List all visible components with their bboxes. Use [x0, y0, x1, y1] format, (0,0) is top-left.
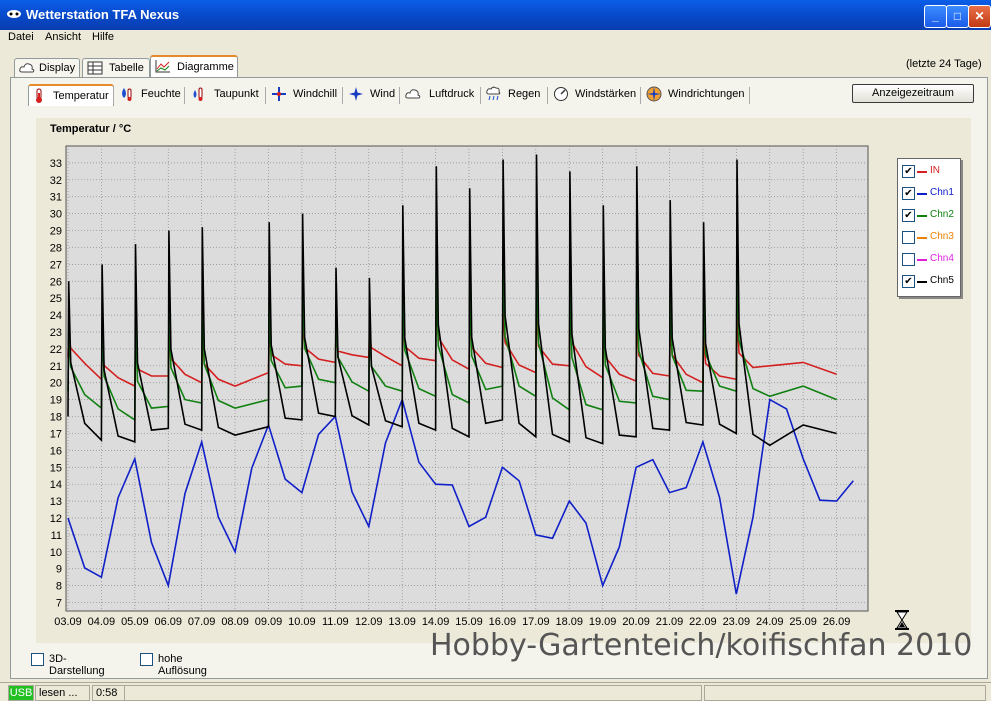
legend-swatch: [917, 215, 927, 217]
y-tick-label: 18: [50, 412, 62, 424]
y-tick-label: 14: [50, 479, 62, 491]
legend-swatch: [917, 259, 927, 261]
temperature-chart: 7 8 9 10 11 12 13 14 15 16 17 18 19 20 21 22 23 24 25 26 27 2…: [50, 145, 869, 628]
legend-swatch: [917, 237, 927, 239]
x-tick-label: 19.09: [589, 616, 617, 628]
x-tick-label: 23.09: [723, 616, 751, 628]
legend-item-chn2[interactable]: ✔ Chn2: [902, 209, 958, 223]
watermark: Hobby-Gartenteich/koifischfan 2010: [430, 628, 973, 663]
x-tick-label: 05.09: [121, 616, 149, 628]
y-tick-label: 28: [50, 242, 62, 254]
hourglass-icon: [895, 610, 909, 630]
legend-item-chn3[interactable]: Chn3: [902, 231, 958, 245]
x-tick-label: 03.09: [54, 616, 82, 628]
y-tick-label: 10: [50, 547, 62, 559]
legend-label: Chn3: [930, 231, 954, 242]
checkbox-3d[interactable]: [31, 653, 44, 666]
checkbox-chn2[interactable]: ✔: [902, 209, 915, 222]
y-tick-label: 9: [56, 564, 62, 576]
y-tick-label: 32: [50, 175, 62, 187]
x-tick-label: 12.09: [355, 616, 383, 628]
y-tick-label: 11: [51, 530, 62, 542]
x-tick-label: 10.09: [288, 616, 316, 628]
legend-label: Chn2: [930, 209, 954, 220]
y-tick-label: 7: [56, 598, 62, 610]
checkbox-chn4[interactable]: [902, 253, 915, 266]
legend-item-chn4[interactable]: Chn4: [902, 253, 958, 267]
y-tick-label: 20: [50, 378, 62, 390]
y-tick-label: 25: [50, 293, 62, 305]
y-tick-label: 12: [50, 513, 62, 525]
x-tick-label: 26.09: [823, 616, 851, 628]
x-tick-label: 17.09: [522, 616, 550, 628]
x-tick-label: 04.09: [88, 616, 116, 628]
option-high-res-label: hohe Auflösung: [158, 653, 207, 677]
x-tick-label: 25.09: [789, 616, 817, 628]
y-tick-label: 15: [50, 462, 62, 474]
status-bar: USB lesen ... 0:58: [0, 682, 991, 701]
y-tick-label: 31: [50, 192, 62, 204]
legend-label: Chn1: [930, 187, 954, 198]
legend-label: IN: [930, 165, 940, 176]
y-tick-label: 27: [50, 259, 62, 271]
x-tick-label: 14.09: [422, 616, 450, 628]
x-tick-label: 11.09: [322, 616, 349, 628]
legend-label: Chn4: [930, 253, 954, 264]
legend: ✔ IN ✔ Chn1 ✔ Chn2 Chn3 Chn4 ✔ Chn5: [897, 158, 961, 297]
y-tick-label: 21: [50, 361, 62, 373]
x-tick-label: 07.09: [188, 616, 216, 628]
y-tick-label: 16: [50, 445, 62, 457]
legend-item-in[interactable]: ✔ IN: [902, 165, 958, 179]
checkbox-chn3[interactable]: [902, 231, 915, 244]
y-tick-label: 26: [50, 276, 62, 288]
x-tick-label: 06.09: [154, 616, 182, 628]
x-tick-label: 09.09: [255, 616, 283, 628]
checkbox-chn5[interactable]: ✔: [902, 275, 915, 288]
x-tick-label: 08.09: [221, 616, 249, 628]
progress-bar: [124, 685, 702, 701]
y-tick-label: 29: [50, 226, 62, 238]
y-tick-label: 19: [50, 395, 62, 407]
legend-swatch: [917, 171, 927, 173]
option-3d-label: 3D-Darstellung: [49, 653, 105, 677]
y-tick-label: 13: [50, 496, 62, 508]
x-tick-label: 22.09: [689, 616, 717, 628]
x-tick-label: 13.09: [388, 616, 416, 628]
legend-item-chn1[interactable]: ✔ Chn1: [902, 187, 958, 201]
x-tick-label: 15.09: [455, 616, 483, 628]
checkbox-in[interactable]: ✔: [902, 165, 915, 178]
legend-swatch: [917, 281, 927, 283]
legend-item-chn5[interactable]: ✔ Chn5: [902, 275, 958, 289]
y-tick-label: 23: [50, 327, 62, 339]
y-tick-label: 17: [50, 428, 62, 440]
y-tick-label: 30: [50, 209, 62, 221]
x-tick-label: 20.09: [622, 616, 650, 628]
x-tick-label: 18.09: [555, 616, 583, 628]
x-tick-label: 21.09: [656, 616, 684, 628]
checkbox-high-res[interactable]: [140, 653, 153, 666]
x-tick-label: 24.09: [756, 616, 784, 628]
status-time: 0:58: [92, 685, 125, 701]
usb-status: USB: [8, 685, 34, 701]
legend-swatch: [917, 193, 927, 195]
y-tick-label: 33: [50, 158, 62, 170]
status-text: lesen ...: [35, 685, 90, 701]
x-tick-label: 16.09: [489, 616, 517, 628]
y-tick-label: 8: [56, 581, 62, 593]
checkbox-chn1[interactable]: ✔: [902, 187, 915, 200]
status-empty: [704, 685, 986, 701]
y-tick-label: 24: [50, 310, 62, 322]
y-tick-label: 22: [50, 344, 62, 356]
legend-label: Chn5: [930, 275, 954, 286]
